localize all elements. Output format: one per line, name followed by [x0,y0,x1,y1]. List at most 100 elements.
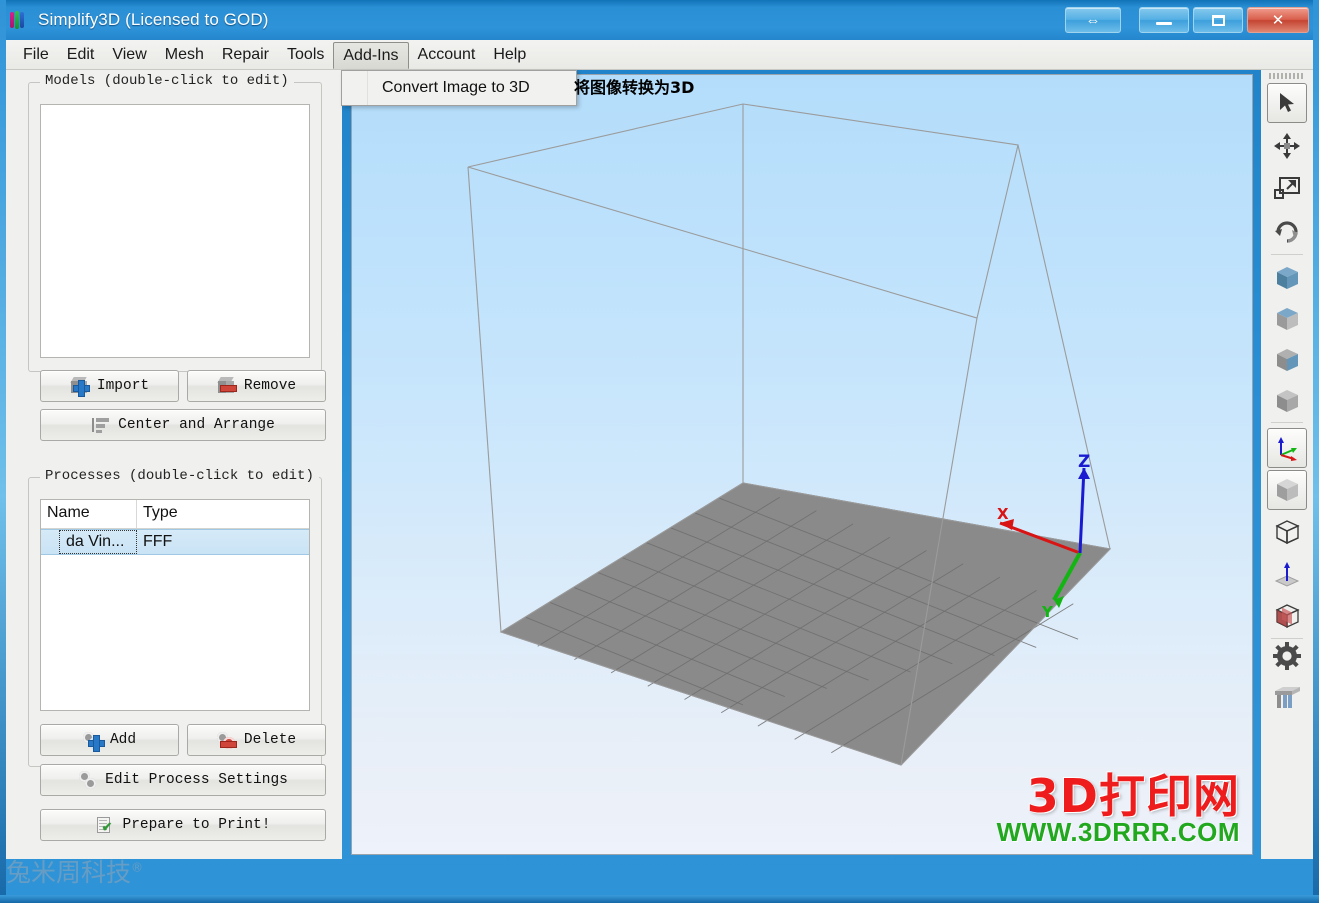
processes-table-header: Name Type [41,500,309,529]
y-axis-label: Y [1041,603,1054,621]
cube-plus-icon [70,377,90,397]
import-button-label: Import [96,378,150,394]
window-border-bottom [0,895,1319,903]
gears-icon [76,768,100,792]
faint-watermark-text: 兔米周科技 [6,858,132,887]
close-button[interactable]: ✕ [1247,7,1309,33]
column-header-name: Name [41,500,137,528]
processes-table[interactable]: Name Type da Vin... FFF [40,499,310,711]
processes-panel: Processes (double-click to edit) Name Ty… [28,468,326,841]
normals-view-tool[interactable] [1267,554,1307,594]
edit-process-settings-button[interactable]: Edit Process Settings [40,764,326,796]
settings-gear-tool[interactable] [1267,636,1307,676]
menu-item-help[interactable]: Help [484,40,535,69]
cube-side-blue-icon [1277,349,1298,371]
import-button[interactable]: Import [40,370,179,402]
simplify3d-logo-icon [10,11,30,29]
delete-button-label: Delete [243,732,297,748]
z-axis-label: Z [1078,452,1090,472]
rotate-tool[interactable] [1267,212,1307,252]
pan-move-tool[interactable] [1267,126,1307,166]
cube-blue-icon [1277,267,1298,289]
add-process-button[interactable]: Add [40,724,179,756]
left-right-arrow-icon: ⇔ [1085,11,1101,29]
restore-arrow-button[interactable]: ⇔ [1065,7,1121,33]
3d-viewport[interactable]: X Y Z 3D打印网 WWW.3DRRR.COM [351,74,1253,855]
add-button-label: Add [109,732,137,748]
menu-item-convert-image-to-3d[interactable]: Convert Image to 3D [342,79,530,97]
window-border-right [1313,0,1319,903]
menu-bar: File Edit View Mesh Repair Tools Add-Ins… [6,40,1313,70]
title-bar: Simplify3D (Licensed to GOD) ⇔ ✕ [0,0,1319,40]
build-plate [499,482,1112,766]
xyz-axes-icon [1278,437,1297,461]
processes-panel-legend: Processes (double-click to edit) [40,468,319,484]
cursor-arrow-icon [1280,93,1294,112]
select-arrow-tool[interactable] [1267,83,1307,123]
view-cube-side-tool[interactable] [1267,340,1307,380]
models-list[interactable] [40,104,310,358]
remove-button-label: Remove [243,378,297,394]
edit-process-settings-label: Edit Process Settings [105,772,288,788]
menu-item-view[interactable]: View [103,40,155,69]
x-axis-label: X [997,505,1009,523]
prepare-to-print-button[interactable]: ✔ Prepare to Print! [40,809,326,841]
solid-cube-icon [1277,479,1298,501]
cube-top-blue-icon [1277,308,1298,330]
models-panel: Models (double-click to edit) Import Rem… [28,73,326,441]
window-title: Simplify3D (Licensed to GOD) [38,10,269,29]
left-sidebar: Models (double-click to edit) Import Rem… [6,70,342,859]
window-controls: ⇔ ✕ [1063,3,1319,37]
gear-plus-icon [79,729,105,752]
prepare-to-print-label: Prepare to Print! [122,817,271,833]
toolbar-grip-handle[interactable] [1269,73,1305,79]
table-row[interactable]: da Vin... FFF [41,529,309,555]
center-and-arrange-label: Center and Arrange [118,417,275,433]
wireframe-view-tool[interactable] [1267,512,1307,552]
build-volume-scene: X Y Z [467,103,1112,766]
window-border-left [0,0,6,903]
minimize-button[interactable] [1139,7,1189,33]
center-and-arrange-button[interactable]: Center and Arrange [40,409,326,441]
axis-gizmo-toggle[interactable] [1267,428,1307,468]
menu-item-edit[interactable]: Edit [58,40,104,69]
close-icon: ✕ [1271,11,1285,29]
menu-item-add-ins[interactable]: Add-Ins [333,42,409,69]
application-window: Simplify3D (Licensed to GOD) ⇔ ✕ File Ed… [0,0,1319,903]
maximize-button[interactable] [1193,7,1243,33]
right-toolbar [1261,70,1313,859]
add-ins-dropdown-menu: Convert Image to 3D [341,70,577,106]
cross-section-cube-icon [1275,604,1300,629]
menu-item-file[interactable]: File [14,40,58,69]
process-type-cell: FFF [143,533,173,550]
maximize-icon [1211,14,1225,26]
column-header-type: Type [143,504,178,521]
scale-tool[interactable] [1267,169,1307,209]
menu-item-tools[interactable]: Tools [278,40,333,69]
document-check-icon: ✔ [96,816,116,835]
models-panel-legend: Models (double-click to edit) [40,73,294,89]
view-cube-iso-tool[interactable] [1267,381,1307,421]
process-name-cell[interactable]: da Vin... [59,530,137,554]
menu-item-mesh[interactable]: Mesh [156,40,213,69]
remove-button[interactable]: Remove [187,370,326,402]
gear-icon [1273,642,1301,670]
move-cross-arrows-icon [1274,133,1300,159]
view-cube-front-tool[interactable] [1267,258,1307,298]
rotate-circular-arrows-icon [1275,221,1298,243]
chinese-annotation-label: 将图像转换为3D [574,78,695,97]
cross-section-tool[interactable] [1267,596,1307,636]
menu-item-repair[interactable]: Repair [213,40,278,69]
view-cube-top-tool[interactable] [1267,299,1307,339]
supports-icon [1275,687,1300,708]
delete-process-button[interactable]: Delete [187,724,326,756]
normal-vector-icon [1274,562,1300,587]
cube-minus-icon [217,377,237,395]
solid-view-tool[interactable] [1267,470,1307,510]
minimize-icon [1156,22,1172,25]
wireframe-cube-icon [1275,520,1300,545]
scale-resize-icon [1274,177,1300,199]
menu-item-account[interactable]: Account [409,40,485,69]
supports-tool[interactable] [1267,678,1307,718]
z-axis-line [1078,467,1086,554]
